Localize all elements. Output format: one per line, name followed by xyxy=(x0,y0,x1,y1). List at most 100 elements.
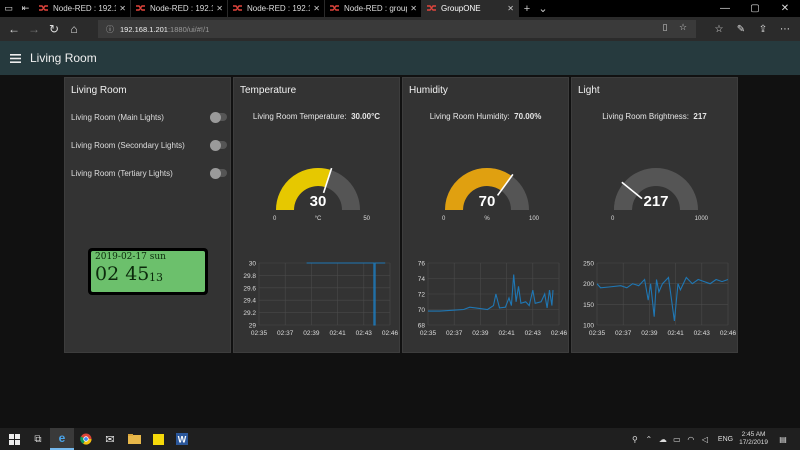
gauge-value: 30 xyxy=(309,193,327,210)
people-icon[interactable]: ⚲ xyxy=(628,435,642,444)
chevron-up-icon[interactable]: ⌃ xyxy=(642,435,656,444)
refresh-icon[interactable]: ↻ xyxy=(44,17,64,41)
light-readout: Living Room Brightness: 217 xyxy=(572,112,737,121)
close-icon[interactable]: ✕ xyxy=(216,4,223,13)
main-lights-toggle[interactable] xyxy=(210,111,227,123)
close-icon[interactable]: ✕ xyxy=(507,4,514,13)
x-tick-label: 02:43 xyxy=(356,330,373,337)
x-tick-label: 02:39 xyxy=(472,330,489,337)
tertiary-lights-toggle[interactable] xyxy=(210,167,227,179)
hamburger-menu-icon[interactable] xyxy=(0,41,30,75)
x-tick-label: 02:41 xyxy=(667,330,684,337)
panel-title: Living Room xyxy=(71,85,127,96)
svg-text:W: W xyxy=(178,435,187,445)
notes-icon[interactable]: ✎ xyxy=(730,24,752,35)
panel-title: Temperature xyxy=(240,85,297,96)
info-icon[interactable]: ⓘ xyxy=(106,24,114,35)
home-icon[interactable]: ⌂ xyxy=(64,17,84,41)
temperature-chart: 30 29.8 29.6 29.4 29.2 2902:35 02:37 02:39 02:41… xyxy=(243,261,399,338)
browser-tab[interactable]: Node-RED : 192.168.1.195 ✕ xyxy=(228,0,325,17)
taskbar-clock[interactable]: 2:45 AM 17/2/2019 xyxy=(739,431,768,447)
share-icon[interactable]: ⇪ xyxy=(752,24,774,35)
x-tick-label: 02:37 xyxy=(615,330,632,337)
browser-tab[interactable]: Node-RED : groupone-rpi.n ✕ xyxy=(325,0,422,17)
battery-icon[interactable]: ▭ xyxy=(670,435,684,444)
panel-title: Light xyxy=(578,85,600,96)
mail-icon[interactable]: ✉ xyxy=(98,428,122,450)
windows-start-icon[interactable] xyxy=(2,428,26,450)
humidity-readout: Living Room Humidity: 70.00% xyxy=(403,112,568,121)
y-tick-label: 150 xyxy=(583,302,594,309)
x-tick-label: 02:39 xyxy=(303,330,320,337)
lcd-clock: 2019-02-17 sun 02 45 13 xyxy=(88,248,208,295)
y-tick-label: 29.4 xyxy=(243,298,256,305)
window-close-icon[interactable]: ✕ xyxy=(770,0,800,17)
close-icon[interactable]: ✕ xyxy=(119,4,126,13)
tab-label: Node-RED : 192.168.1.184 xyxy=(150,4,213,13)
temperature-readout: Living Room Temperature: 30.00°C xyxy=(234,112,399,121)
minimize-icon[interactable]: — xyxy=(710,0,740,17)
series-line xyxy=(306,262,386,326)
notifications-icon[interactable]: ▤ xyxy=(776,435,790,444)
y-tick-label: 70 xyxy=(418,307,426,314)
volume-icon[interactable]: ◁ xyxy=(698,435,712,444)
y-tick-label: 29.6 xyxy=(243,285,256,292)
readout-value: 217 xyxy=(693,112,707,121)
tab-preview-icon[interactable]: ▭ xyxy=(0,0,17,17)
y-tick-label: 29.8 xyxy=(243,273,256,280)
sticky-notes-icon[interactable] xyxy=(146,428,170,450)
back-icon[interactable]: ← xyxy=(4,17,24,41)
wifi-icon[interactable]: ◠ xyxy=(684,435,698,444)
x-tick-label: 02:41 xyxy=(498,330,515,337)
browser-tab[interactable]: Node-RED : 192.168.1.201 ✕ xyxy=(34,0,131,17)
light-panel: Light Living Room Brightness: 217 217 0 … xyxy=(571,77,738,353)
clock-face: 2019-02-17 sun 02 45 13 xyxy=(91,251,205,292)
x-tick-label: 02:37 xyxy=(446,330,463,337)
language-indicator[interactable]: ENG xyxy=(718,436,733,443)
light-gauge: 217 0 1000 xyxy=(596,156,716,228)
close-icon[interactable]: ✕ xyxy=(313,4,320,13)
cloud-icon[interactable]: ☁ xyxy=(656,435,670,444)
taskbar-time: 2:45 AM xyxy=(741,431,766,438)
more-icon[interactable]: ⋯ xyxy=(774,24,796,35)
taskbar-date: 17/2/2019 xyxy=(739,439,768,446)
close-icon[interactable]: ✕ xyxy=(410,4,417,13)
node-red-icon xyxy=(330,5,339,11)
humidity-chart: 76 74 72 70 6802:35 02:37 02:39 02:41 02:43 02:46 xyxy=(418,261,568,338)
node-red-icon xyxy=(427,5,436,11)
word-icon[interactable]: W xyxy=(170,428,194,450)
file-explorer-icon[interactable] xyxy=(122,428,146,450)
x-tick-label: 02:43 xyxy=(525,330,542,337)
switch-label: Living Room (Secondary Lights) xyxy=(71,140,185,150)
node-red-icon xyxy=(233,5,242,11)
clock-seconds: 13 xyxy=(149,271,163,284)
chrome-icon[interactable] xyxy=(74,428,98,450)
y-tick-label: 72 xyxy=(418,292,426,299)
url-host: 192.168.1.201 xyxy=(120,24,168,34)
maximize-icon[interactable]: ▢ xyxy=(740,0,770,17)
reading-view-icon[interactable]: ▯ xyxy=(656,22,674,33)
browser-tab[interactable]: Node-RED : 192.168.1.184 ✕ xyxy=(131,0,228,17)
set-aside-tabs-icon[interactable]: ⇤ xyxy=(17,0,34,17)
x-tick-label: 02:46 xyxy=(382,330,399,337)
readout-label: Living Room Temperature: xyxy=(252,112,347,121)
y-tick-label: 30 xyxy=(249,261,257,268)
favorites-icon[interactable]: ☆ xyxy=(708,24,730,35)
browser-tab-active[interactable]: GroupONE ✕ xyxy=(422,0,519,17)
new-tab-icon[interactable]: + xyxy=(519,3,535,15)
edge-browser-icon[interactable]: e xyxy=(50,428,74,450)
temperature-panel: Temperature Living Room Temperature: 30.… xyxy=(233,77,400,353)
forward-icon[interactable]: → xyxy=(24,17,44,41)
favorite-star-icon[interactable]: ☆ xyxy=(674,22,692,33)
y-tick-label: 29.2 xyxy=(243,310,256,317)
humidity-panel: Humidity Living Room Humidity: 70.00% 70… xyxy=(402,77,569,353)
light-chart: 250 200 150 10002:35 02:37 02:39 02:41 02:43 02:… xyxy=(583,261,736,338)
node-red-icon xyxy=(136,5,145,11)
readout-value: 30.00°C xyxy=(351,112,381,121)
secondary-lights-toggle[interactable] xyxy=(210,139,227,151)
task-view-icon[interactable]: ⧉ xyxy=(26,428,50,450)
clock-hours-minutes: 02 45 xyxy=(95,263,150,285)
address-bar[interactable]: ⓘ 192.168.1.201:1880/ui/#!/1 ▯ ☆ xyxy=(98,20,696,38)
tab-list-chevron-icon[interactable]: ⌄ xyxy=(535,2,551,15)
readout-value: 70.00% xyxy=(514,112,542,121)
